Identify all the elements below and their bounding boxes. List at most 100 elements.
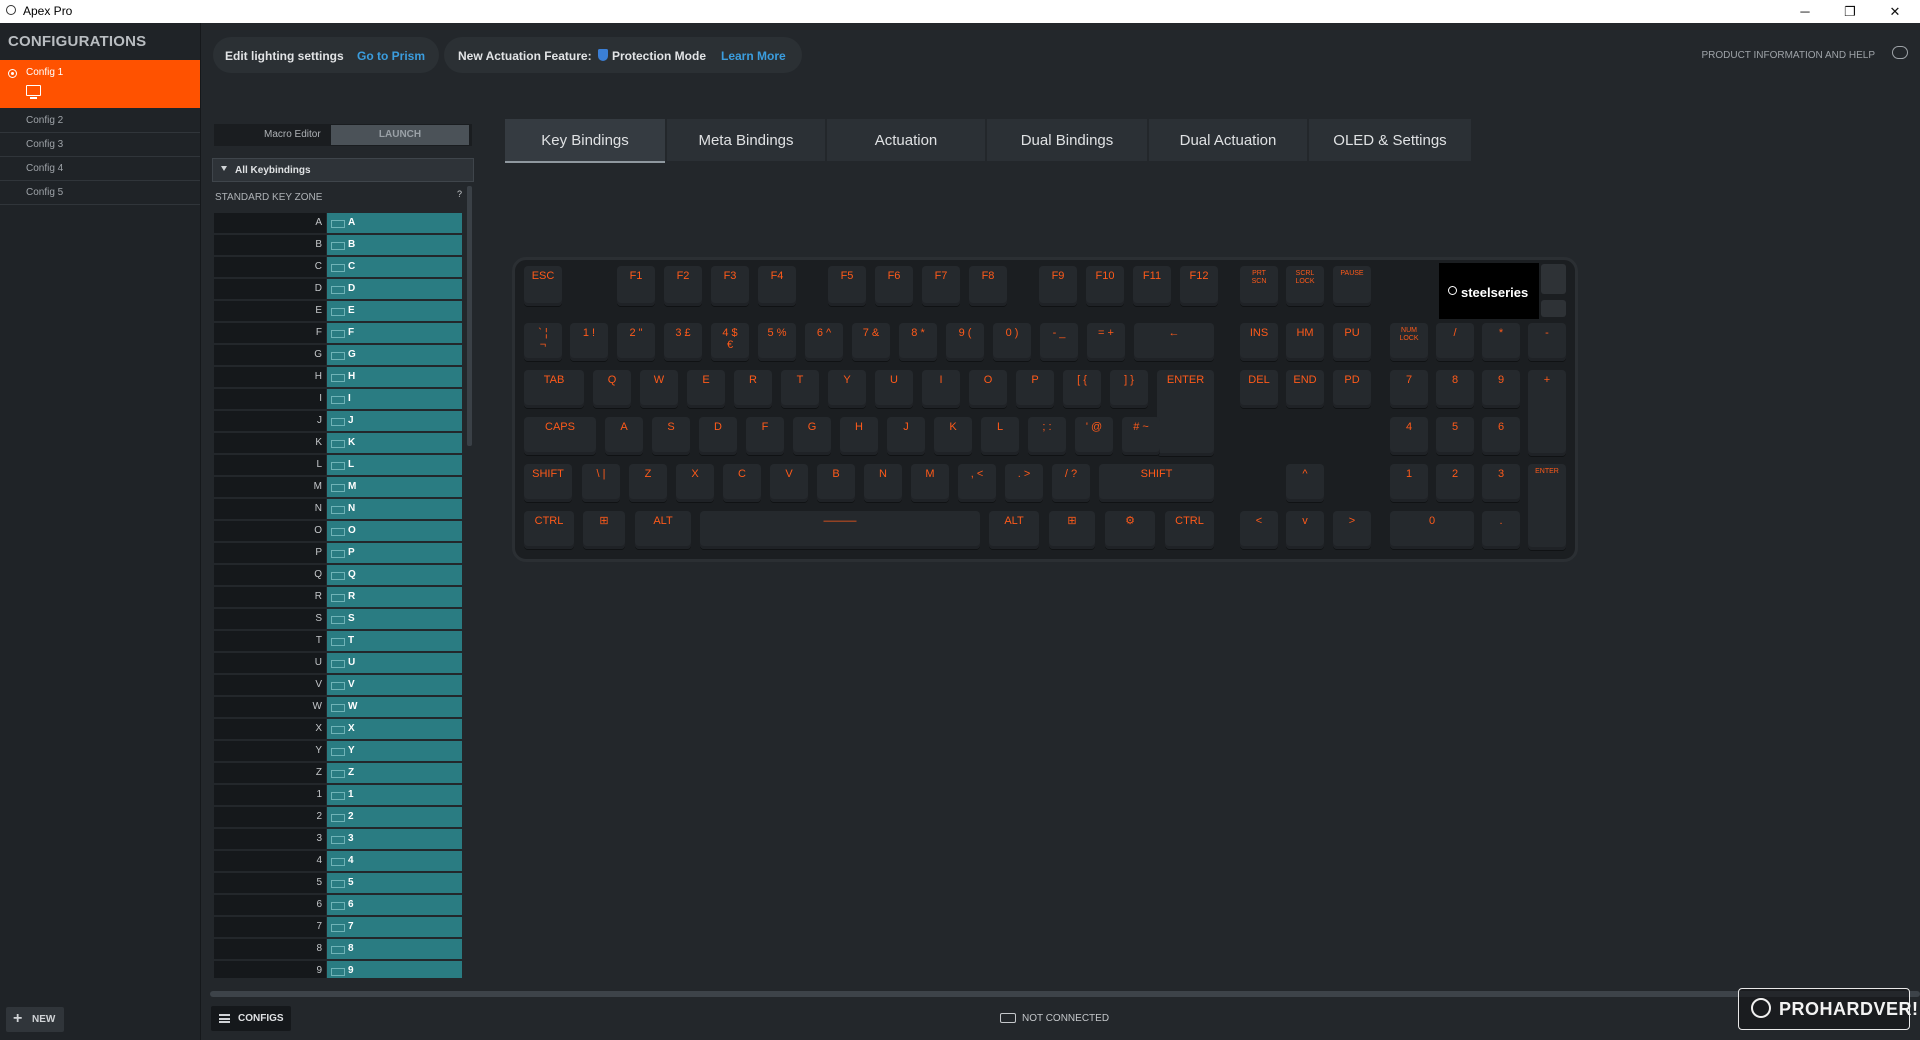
keyboard-key[interactable]: F3 [711, 266, 749, 306]
keyboard-key[interactable]: W [640, 370, 678, 408]
new-config-button[interactable]: + NEW [6, 1007, 64, 1032]
table-row[interactable]: 99 [214, 961, 462, 978]
keyboard-key[interactable]: ' @ [1075, 417, 1113, 455]
config-item[interactable]: Config 5 [0, 181, 200, 205]
tab-oled-settings[interactable]: OLED & Settings [1309, 119, 1471, 161]
keyboard-key[interactable]: G [793, 417, 831, 455]
binding-cell[interactable]: K [327, 433, 462, 453]
product-help-link[interactable]: PRODUCT INFORMATION AND HELP [1701, 50, 1875, 61]
keyboard-key[interactable]: L [981, 417, 1019, 455]
keyboard-key[interactable]: ⚙ [1105, 511, 1155, 549]
keyboard-key[interactable]: K [934, 417, 972, 455]
keyboard-key[interactable]: 8 * [899, 323, 937, 361]
tab-dual-actuation[interactable]: Dual Actuation [1149, 119, 1307, 161]
keyboard-key[interactable]: . > [1005, 464, 1043, 502]
table-row[interactable]: EE [214, 301, 462, 321]
keyboard-key[interactable]: I [922, 370, 960, 408]
keyboard-key[interactable]: 3 £ [664, 323, 702, 361]
keyboard-key[interactable]: C [723, 464, 761, 502]
keyboard-key[interactable]: F [746, 417, 784, 455]
binding-cell[interactable]: L [327, 455, 462, 475]
table-row[interactable]: 44 [214, 851, 462, 871]
close-button[interactable]: ✕ [1872, 0, 1918, 23]
keybindings-dropdown[interactable]: All Keybindings [212, 158, 474, 182]
keyboard-key[interactable]: F5 [828, 266, 866, 306]
keyboard-key[interactable]: 6 [1482, 417, 1520, 455]
keyboard-key[interactable]: B [817, 464, 855, 502]
keyboard-key[interactable]: ⊞ [1049, 511, 1095, 549]
keyboard-key[interactable]: Y [828, 370, 866, 408]
binding-cell[interactable]: B [327, 235, 462, 255]
table-row[interactable]: JJ [214, 411, 462, 431]
keyboard-key[interactable]: F4 [758, 266, 796, 306]
binding-cell[interactable]: Y [327, 741, 462, 761]
keyboard-key[interactable]: CAPS [524, 417, 596, 455]
keyboard-key[interactable]: ` ¦ ¬ [524, 323, 562, 361]
keyboard-key[interactable]: 4 [1390, 417, 1428, 455]
table-row[interactable]: 11 [214, 785, 462, 805]
table-row[interactable]: UU [214, 653, 462, 673]
keyboard-key[interactable]: SCRL LOCK [1286, 266, 1324, 306]
table-row[interactable]: HH [214, 367, 462, 387]
config-item[interactable]: Config 4 [0, 157, 200, 181]
binding-cell[interactable]: S [327, 609, 462, 629]
keyboard-key[interactable]: PAUSE [1333, 266, 1371, 306]
keyboard-key[interactable]: . [1482, 511, 1520, 549]
keyboard-key[interactable]: 9 [1482, 370, 1520, 408]
table-row[interactable]: 33 [214, 829, 462, 849]
keyboard-key[interactable]: 5 [1436, 417, 1474, 455]
keyboard-key[interactable]: F9 [1039, 266, 1077, 306]
binding-cell[interactable]: E [327, 301, 462, 321]
keyboard-key[interactable]: + [1528, 370, 1566, 456]
table-row[interactable]: WW [214, 697, 462, 717]
keyboard-key[interactable]: CTRL [524, 511, 574, 549]
keyboard-key[interactable]: 2 " [617, 323, 655, 361]
table-row[interactable]: MM [214, 477, 462, 497]
keyboard-key[interactable]: 7 & [852, 323, 890, 361]
table-row[interactable]: AA [214, 213, 462, 233]
table-row[interactable]: II [214, 389, 462, 409]
binding-cell[interactable]: T [327, 631, 462, 651]
keyboard-key[interactable]: R [734, 370, 772, 408]
keyboard-key[interactable]: ALT [989, 511, 1039, 549]
binding-cell[interactable]: Q [327, 565, 462, 585]
keyboard-key[interactable]: N [864, 464, 902, 502]
keyboard-key[interactable]: P [1016, 370, 1054, 408]
binding-cell[interactable]: Z [327, 763, 462, 783]
binding-cell[interactable]: A [327, 213, 462, 233]
table-row[interactable]: PP [214, 543, 462, 563]
keyboard-key[interactable]: 6 ^ [805, 323, 843, 361]
table-row[interactable]: 22 [214, 807, 462, 827]
table-row[interactable]: 77 [214, 917, 462, 937]
keyboard-key[interactable]: TAB [524, 370, 584, 408]
cloud-help-icon[interactable] [1892, 46, 1908, 59]
keyboard-key[interactable]: X [676, 464, 714, 502]
keyboard-key[interactable]: 0 [1390, 511, 1474, 549]
keyboard-key[interactable]: ^ [1286, 464, 1324, 502]
tab-dual-bindings[interactable]: Dual Bindings [987, 119, 1147, 161]
keyboard-key[interactable]: M [911, 464, 949, 502]
keyboard-key[interactable]: NUM LOCK [1390, 323, 1428, 361]
binding-cell[interactable]: I [327, 389, 462, 409]
launch-button[interactable]: LAUNCH [331, 125, 469, 145]
table-row[interactable]: VV [214, 675, 462, 695]
table-row[interactable]: TT [214, 631, 462, 651]
binding-cell[interactable]: W [327, 697, 462, 717]
tab-meta-bindings[interactable]: Meta Bindings [667, 119, 825, 161]
keyboard-key[interactable]: T [781, 370, 819, 408]
keyboard-key[interactable]: / [1436, 323, 1474, 361]
horizontal-scrollbar[interactable] [210, 991, 1920, 997]
keyboard-key[interactable]: 1 ! [570, 323, 608, 361]
keyboard-key[interactable]: 5 % [758, 323, 796, 361]
keyboard-key[interactable]: 2 [1436, 464, 1474, 502]
tab-actuation[interactable]: Actuation [827, 119, 985, 161]
table-row[interactable]: LL [214, 455, 462, 475]
keyboard-key[interactable]: SHIFT [1099, 464, 1214, 502]
binding-cell[interactable]: C [327, 257, 462, 277]
keyboard-key[interactable]: ——— [700, 511, 980, 549]
table-row[interactable]: RR [214, 587, 462, 607]
binding-cell[interactable]: J [327, 411, 462, 431]
binding-cell[interactable]: 7 [327, 917, 462, 937]
table-row[interactable]: QQ [214, 565, 462, 585]
keyboard-key[interactable]: ⊞ [583, 511, 625, 549]
